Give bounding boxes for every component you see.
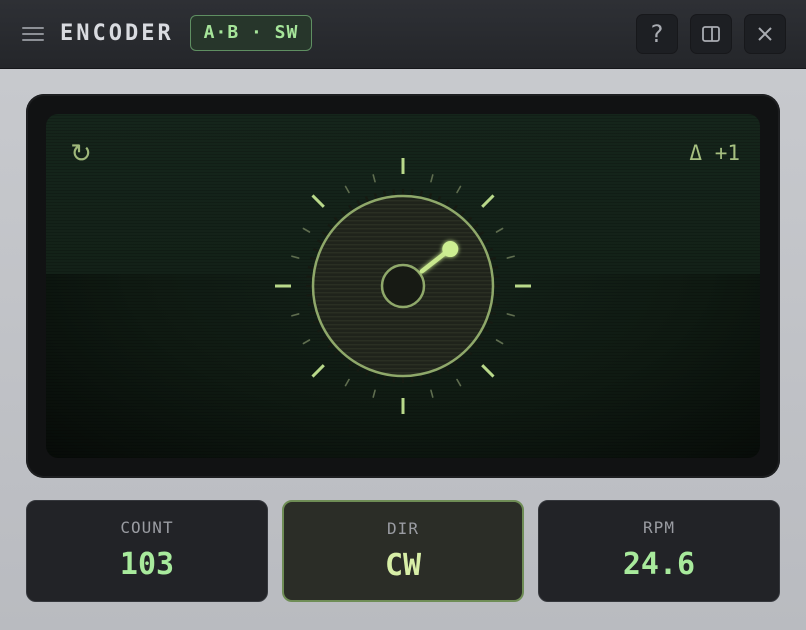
count-readout: COUNT 103 [26,500,268,602]
knurl-notch [327,342,334,349]
knurl-notch [327,223,334,230]
major-tick [311,364,325,378]
minor-tick [430,389,434,398]
knurl-notch [492,302,499,307]
knurl-notch [316,327,324,333]
knurl-notch [306,293,313,297]
knurl-notch [492,265,499,270]
knurl-notch [316,239,324,245]
knurl-notch [410,376,414,383]
knurl-notch [482,239,490,245]
knurl-notch [307,302,314,307]
knurl-notch [340,355,347,362]
knurl-notch [312,247,320,253]
knurl-notch [436,195,442,203]
knurl-notch [482,327,490,333]
minor-tick [291,313,300,317]
minor-tick [302,227,311,233]
knob-pointer-tip [442,241,459,258]
knurl-notch [309,256,317,261]
major-tick [481,364,495,378]
knurl-notch [306,275,313,279]
knurl-notch [489,256,497,261]
knurl-notch [419,375,424,382]
minor-tick [430,174,434,183]
knurl-notch [486,247,494,253]
knurl-notch [493,275,500,279]
knob-hub [380,263,426,309]
knurl-notch [364,195,370,203]
knurl-notch [392,189,396,196]
minor-tick [495,339,504,345]
knurl-notch [356,365,362,373]
knurl-notch [382,375,387,382]
knurl-notch [333,216,340,223]
knurl-notch [382,190,387,197]
knurl-notch [436,369,442,377]
knurl-notch [428,192,433,200]
direction-value: CW [384,548,422,583]
knurl-notch [309,311,317,316]
knurl-notch [452,204,458,211]
minor-tick [344,185,350,194]
knurl-notch [472,342,479,349]
knurl-notch [493,293,500,297]
delta-label: Δ +1 [689,141,740,165]
minor-tick [456,185,462,194]
knurl-notch [321,231,328,237]
rpm-readout: RPM 24.6 [538,500,780,602]
minor-tick [291,255,300,259]
knurl-notch [452,361,458,368]
knurl-notch [356,199,362,207]
minor-tick [372,389,376,398]
minor-tick [456,378,462,387]
knurl-notch [444,199,450,207]
knurl-notch [321,335,328,341]
knurl-notch [410,189,414,196]
knurl-notch [419,190,424,197]
knurl-notch [373,192,378,200]
knurl-notch [348,204,354,211]
knurl-notch [312,319,320,325]
minor-tick [495,227,504,233]
direction-label: DIR [387,519,419,538]
delta-readout: Δ +1 [640,140,740,166]
major-tick [311,194,325,208]
knurl-notch [466,216,473,223]
rpm-label: RPM [643,518,675,537]
encoder-window: ENCODER A·B · SW ? ↻ Δ +1 COUNT 103 DIR … [0,0,806,630]
knurl-notch [459,210,466,217]
knurl-notch [472,223,479,230]
knurl-notch [340,210,347,217]
minor-tick [506,313,515,317]
major-tick [481,194,495,208]
minor-tick [506,255,515,259]
knurl-notch [478,335,485,341]
knurl-notch [459,355,466,362]
knurl-notch [373,372,378,380]
rpm-value: 24.6 [622,547,696,582]
knurl-notch [364,369,370,377]
minor-tick [344,378,350,387]
minor-tick [302,339,311,345]
knurl-notch [392,376,396,383]
direction-readout: DIR CW [282,500,524,602]
count-label: COUNT [120,518,174,537]
knurl-notch [486,319,494,325]
knurl-notch [333,349,340,356]
knurl-notch [444,365,450,373]
knurl-notch [478,231,485,237]
knurl-notch [466,349,473,356]
knurl-notch [428,372,433,380]
knurl-notch [348,361,354,368]
knurl-notch [489,311,497,316]
minor-tick [372,174,376,183]
reset-icon[interactable]: ↻ [67,140,95,168]
knurl-notch [307,265,314,270]
count-value: 103 [119,547,175,582]
